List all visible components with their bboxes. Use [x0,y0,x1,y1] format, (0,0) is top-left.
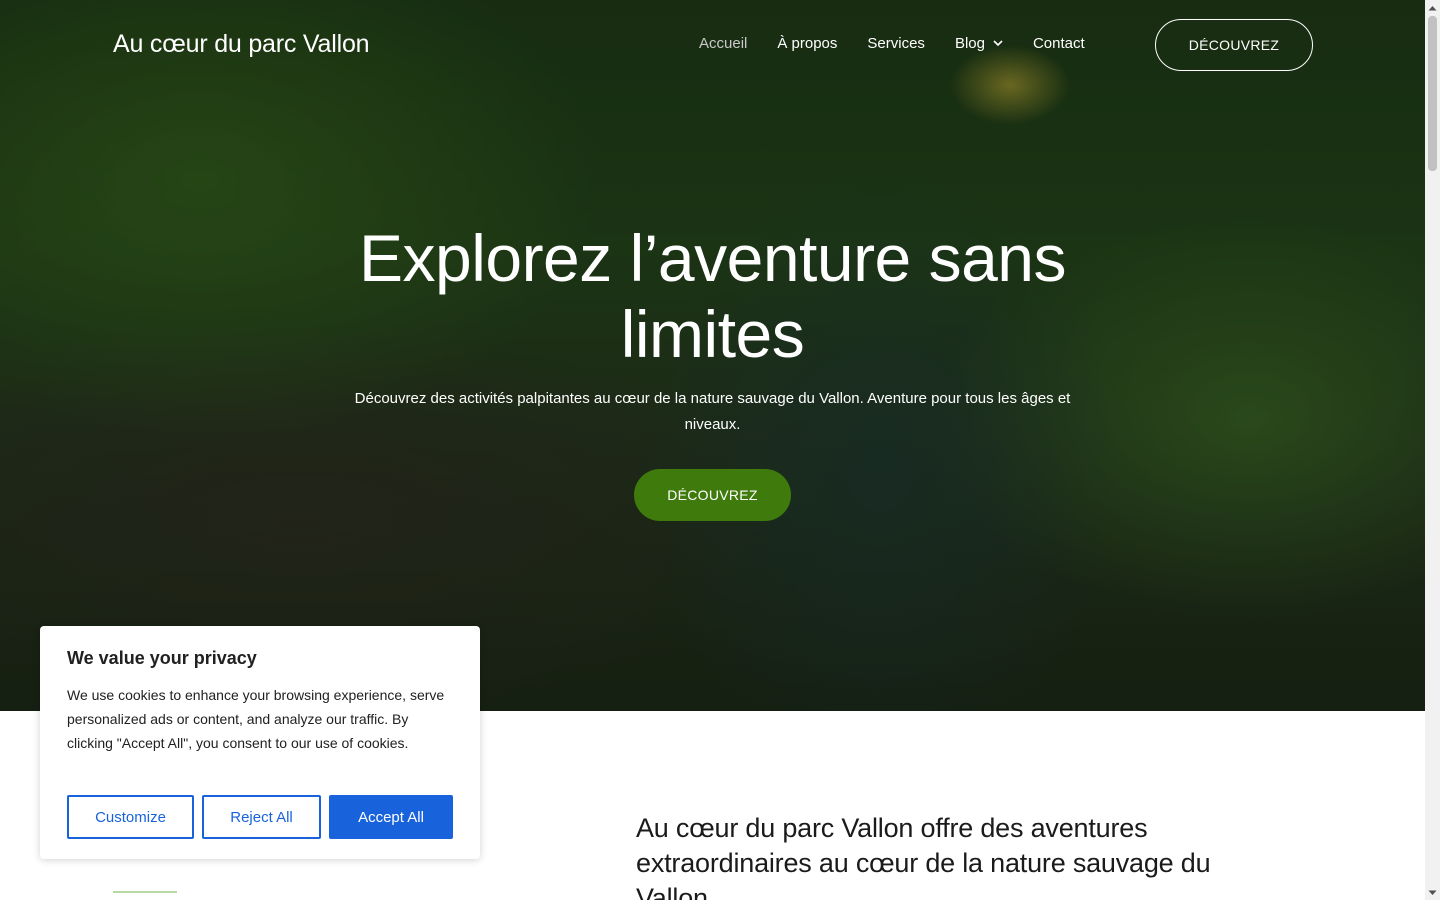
chevron-down-icon [993,40,1003,47]
cookie-title: We value your privacy [67,648,257,668]
hero-subtitle: Découvrez des activités palpitantes au c… [354,390,1071,433]
cookie-text: We use cookies to enhance your browsing … [67,687,445,751]
hero-title: Explorez l’aventure sans limites [358,221,1067,371]
site-title[interactable]: Au cœur du parc Vallon [113,30,370,59]
main-nav: Accueil À propos Services Blog Contact [699,35,1115,52]
page-scrollbar[interactable] [1425,0,1440,900]
header-decouvrez-button[interactable]: DÉCOUVREZ [1155,19,1313,71]
hero-section: Au cœur du parc Vallon Accueil À propos … [0,0,1425,711]
nav-item-blog[interactable]: Blog [955,35,1003,52]
section-heading: Au cœur du parc Vallon offre des aventur… [636,813,1211,900]
customize-button[interactable]: Customize [67,795,194,839]
scroll-up-arrow-icon[interactable] [1425,0,1440,15]
scrollbar-thumb[interactable] [1428,16,1437,171]
nav-item-contact[interactable]: Contact [1033,35,1085,52]
nav-item-a-propos[interactable]: À propos [777,35,837,52]
nav-item-blog-label: Blog [954,35,985,52]
scroll-down-arrow-icon[interactable] [1425,885,1440,900]
reject-all-button[interactable]: Reject All [202,795,321,839]
accent-divider [113,891,177,893]
accept-all-button[interactable]: Accept All [329,795,453,839]
nav-item-services[interactable]: Services [867,35,925,52]
hero-decouvrez-button[interactable]: DÉCOUVREZ [634,469,791,521]
cookie-consent-banner: We value your privacy We use cookies to … [40,626,480,859]
nav-item-accueil[interactable]: Accueil [699,35,747,52]
